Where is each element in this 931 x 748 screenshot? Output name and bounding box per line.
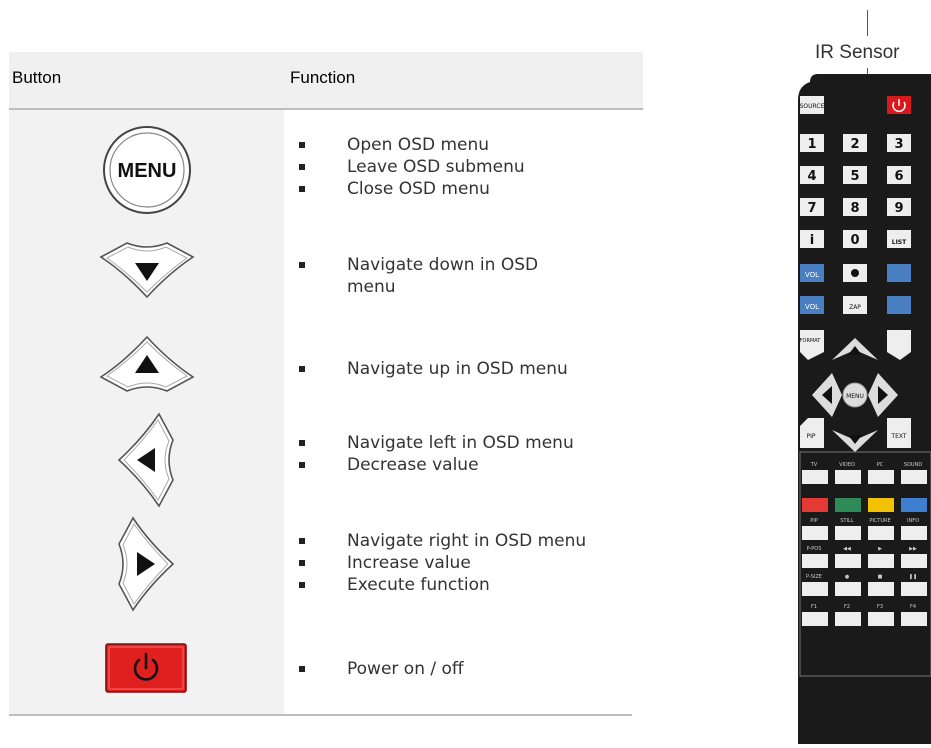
remote-key xyxy=(901,498,927,512)
digit-key-label: 4 xyxy=(807,169,816,184)
remote-key xyxy=(868,554,894,568)
down-arrow-icon xyxy=(97,239,197,305)
remote-key xyxy=(901,554,927,568)
function-item: Open OSD menu xyxy=(299,134,525,156)
key-caption: TV xyxy=(810,462,818,468)
remote-key xyxy=(802,470,828,484)
remote-key xyxy=(835,526,861,540)
function-item: Close OSD menu xyxy=(299,178,525,200)
key-caption: P-SIZE xyxy=(806,574,822,580)
digit-key-label: 3 xyxy=(894,137,903,152)
remote-key xyxy=(835,582,861,596)
right-functions: Navigate right in OSD menu Increase valu… xyxy=(299,530,586,596)
remote-control: SOURCE 1 2 3 4 5 6 7 8 9 i 0 LIST VOL VOL ZAP FORMA… xyxy=(780,0,931,748)
remote-key xyxy=(802,526,828,540)
remote-key xyxy=(868,498,894,512)
key-caption: SOUND xyxy=(904,462,923,468)
key-caption: PIP xyxy=(810,518,818,524)
right-arrow-icon xyxy=(115,514,177,618)
key-caption: ❚❚ xyxy=(909,574,917,580)
digit-key-label: 2 xyxy=(850,137,859,152)
left-arrow-icon xyxy=(115,410,177,514)
menu-button: MENU xyxy=(97,120,197,224)
key-caption: F1 xyxy=(811,604,817,610)
function-item: Execute function xyxy=(299,574,586,596)
remote-key xyxy=(901,582,927,596)
svg-text:SOURCE: SOURCE xyxy=(800,103,825,110)
remote-key xyxy=(802,498,828,512)
key-caption: INFO xyxy=(907,518,919,524)
function-item: Decrease value xyxy=(299,454,574,476)
svg-text:ZAP: ZAP xyxy=(849,304,861,311)
key-caption: PICTURE xyxy=(869,518,890,524)
key-caption: ▶▶ xyxy=(909,546,917,552)
remote-key xyxy=(901,612,927,626)
button-function-table: Button Function MENU Open OSD menu Leave… xyxy=(9,52,643,716)
function-item: Navigate right in OSD menu xyxy=(299,530,586,552)
header-button: Button xyxy=(12,68,62,87)
key-caption: P-POS xyxy=(807,546,822,552)
key-caption: STILL xyxy=(840,518,853,524)
remote-key xyxy=(802,554,828,568)
svg-text:VOL: VOL xyxy=(805,271,819,279)
key-caption: ◀◀ xyxy=(843,546,851,552)
menu-button-label: MENU xyxy=(118,160,177,182)
key-caption: F4 xyxy=(910,604,916,610)
remote-key xyxy=(868,612,894,626)
remote-key xyxy=(868,470,894,484)
function-item: Navigate down in OSD menu xyxy=(299,254,538,298)
function-item: Navigate up in OSD menu xyxy=(299,358,568,380)
remote-key xyxy=(835,470,861,484)
remote-key xyxy=(835,498,861,512)
key-caption: ■ xyxy=(878,574,883,580)
function-item: Navigate left in OSD menu xyxy=(299,432,574,454)
digit-key-label: LIST xyxy=(892,239,907,246)
power-icon xyxy=(105,643,187,697)
svg-text:MENU: MENU xyxy=(846,393,864,400)
digit-key-label: 1 xyxy=(807,137,816,152)
down-functions: Navigate down in OSD menu xyxy=(299,254,538,298)
remote-key xyxy=(901,526,927,540)
key-caption: F2 xyxy=(844,604,850,610)
power-functions: Power on / off xyxy=(299,658,464,680)
key-caption: F3 xyxy=(877,604,883,610)
remote-key xyxy=(835,612,861,626)
remote-key xyxy=(868,582,894,596)
left-functions: Navigate left in OSD menu Decrease value xyxy=(299,432,574,476)
key-caption: PC xyxy=(877,462,884,468)
key-caption: VIDEO xyxy=(839,462,855,468)
digit-key-label: i xyxy=(810,233,814,248)
up-arrow-icon xyxy=(97,333,197,399)
svg-text:TEXT: TEXT xyxy=(890,433,906,440)
table-header: Button Function xyxy=(9,52,643,110)
up-functions: Navigate up in OSD menu xyxy=(299,358,568,380)
function-item: Leave OSD submenu xyxy=(299,156,525,178)
remote-key xyxy=(901,470,927,484)
digit-key-label: 5 xyxy=(850,169,859,184)
key-caption: ▶ xyxy=(878,546,882,552)
table-bottom-rule xyxy=(9,714,632,716)
digit-key-label: 6 xyxy=(894,169,903,184)
svg-text:FORMAT: FORMAT xyxy=(800,338,822,344)
ch-up-key xyxy=(887,264,911,282)
menu-functions: Open OSD menu Leave OSD submenu Close OS… xyxy=(299,134,525,200)
remote-key xyxy=(802,612,828,626)
remote-key xyxy=(802,582,828,596)
function-item: Power on / off xyxy=(299,658,464,680)
header-function: Function xyxy=(290,68,356,87)
digit-key-label: 8 xyxy=(850,201,859,216)
digit-key-label: 7 xyxy=(807,201,816,216)
key-caption: ● xyxy=(845,574,850,580)
function-item: Increase value xyxy=(299,552,586,574)
remote-key xyxy=(835,554,861,568)
digit-key-label: 0 xyxy=(850,233,859,248)
remote-key xyxy=(868,526,894,540)
svg-text:PIP: PIP xyxy=(806,433,815,440)
svg-text:VOL: VOL xyxy=(805,303,819,311)
ch-down-key xyxy=(887,296,911,314)
digit-key-label: 9 xyxy=(894,201,903,216)
